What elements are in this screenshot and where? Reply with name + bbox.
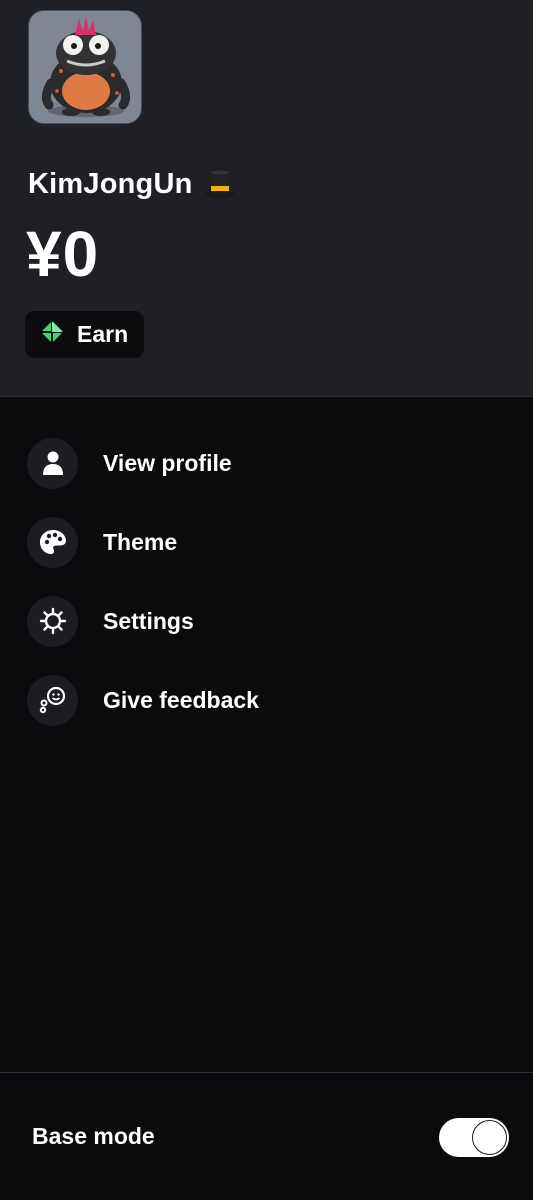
palette-icon bbox=[27, 516, 78, 568]
toggle-knob bbox=[472, 1120, 507, 1155]
menu-item-theme[interactable]: Theme bbox=[0, 507, 533, 577]
menu-item-give-feedback[interactable]: Give feedback bbox=[0, 665, 533, 735]
menu-label-settings: Settings bbox=[103, 607, 194, 634]
menu-item-settings[interactable]: Settings bbox=[0, 586, 533, 656]
menu-label-give-feedback: Give feedback bbox=[103, 686, 259, 713]
person-icon bbox=[27, 437, 78, 489]
avatar[interactable] bbox=[28, 10, 142, 124]
profile-header: KimJongUn ¥0 Earn bbox=[0, 0, 533, 397]
earn-label: Earn bbox=[77, 321, 129, 347]
footer: Base mode bbox=[0, 1072, 533, 1200]
feedback-icon bbox=[27, 674, 78, 726]
earn-button[interactable]: Earn bbox=[25, 311, 144, 358]
username-row: KimJongUn bbox=[28, 164, 237, 204]
gear-icon bbox=[27, 595, 78, 647]
menu-item-view-profile[interactable]: View profile bbox=[0, 428, 533, 498]
avatar-frog-image bbox=[29, 11, 141, 123]
base-mode-label: Base mode bbox=[32, 1123, 155, 1149]
top-hat-icon bbox=[203, 167, 237, 201]
username: KimJongUn bbox=[28, 167, 193, 200]
balance-amount: ¥0 bbox=[26, 218, 100, 290]
diamond-icon bbox=[40, 320, 64, 349]
menu-label-theme: Theme bbox=[103, 528, 178, 555]
menu-label-view-profile: View profile bbox=[103, 449, 232, 476]
base-mode-toggle[interactable] bbox=[439, 1118, 509, 1157]
